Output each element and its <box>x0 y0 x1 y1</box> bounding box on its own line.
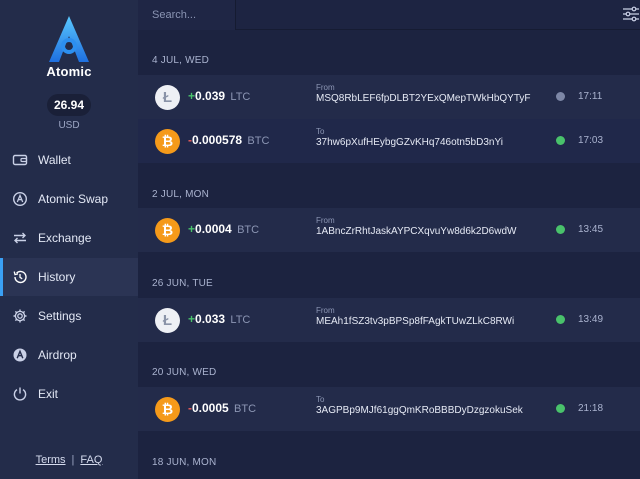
sidebar-item-wallet[interactable]: Wallet <box>0 141 138 179</box>
tx-address: 37hw6pXufHEybgGZvKHq746otn5bD3nYi <box>316 137 503 148</box>
tx-sign: + <box>188 89 196 103</box>
tx-value: 0.0005 <box>192 401 229 415</box>
app-name: Atomic <box>46 64 92 79</box>
tx-time: 13:49 <box>578 314 604 325</box>
sidebar-item-settings[interactable]: Settings <box>0 297 138 335</box>
tx-amount: +0.0004 BTC <box>188 222 259 236</box>
tx-direction: From <box>316 216 335 225</box>
tx-address: MSQ8RbLEF6fpDLBT2YExQMepTWkHbQYTyF <box>316 93 531 104</box>
sidebar: Atomic 26.94 USD Wallet Atomic Swap Exch… <box>0 0 138 479</box>
balance-currency: USD <box>58 120 80 131</box>
tx-address: MEAh1fSZ3tv3pBPSp8fFAgkTUwZLkC8RWi <box>316 316 515 327</box>
confirmed-status-icon <box>556 225 565 234</box>
airdrop-icon <box>13 348 27 362</box>
tx-sign: + <box>188 312 196 326</box>
litecoin-icon: Ł <box>155 308 180 333</box>
transaction-row[interactable]: ₿ -0.000578 BTC To 37hw6pXufHEybgGZvKHq7… <box>138 119 640 163</box>
faq-link[interactable]: FAQ <box>80 454 102 466</box>
tx-unit: LTC <box>230 91 251 103</box>
tx-amount: +0.039 LTC <box>188 89 250 103</box>
sidebar-item-exchange[interactable]: Exchange <box>0 219 138 257</box>
search-box <box>138 0 236 30</box>
exchange-icon <box>14 232 26 244</box>
balance-badge: 26.94 <box>47 94 91 116</box>
history-icon <box>13 270 27 284</box>
tx-amount: -0.000578 BTC <box>188 133 269 147</box>
transaction-row[interactable]: ₿ +0.0004 BTC From 1ABncZrRhtJaskAYPCXqv… <box>138 208 640 252</box>
sidebar-item-airdrop[interactable]: Airdrop <box>0 336 138 374</box>
sidebar-item-label: Settings <box>38 309 82 323</box>
tx-unit: BTC <box>234 403 257 415</box>
date-header: 20 JUN, WED <box>152 367 217 378</box>
atomic-logo-icon <box>49 16 89 62</box>
tx-amount: -0.0005 BTC <box>188 401 256 415</box>
tx-amount: +0.033 LTC <box>188 312 250 326</box>
tx-unit: BTC <box>237 224 260 236</box>
terms-link[interactable]: Terms <box>36 454 66 466</box>
power-icon <box>13 387 27 401</box>
top-bar <box>138 0 640 30</box>
tx-value: 0.0004 <box>195 222 232 236</box>
history-panel: 4 JUL, WED Ł +0.039 LTC From MSQ8RbLEF6f… <box>138 0 640 479</box>
tx-direction: From <box>316 306 335 315</box>
pending-status-icon <box>556 92 565 101</box>
tx-value: 0.000578 <box>192 133 243 147</box>
litecoin-icon: Ł <box>155 85 180 110</box>
tx-value: 0.033 <box>195 312 226 326</box>
footer-separator: | <box>71 454 75 466</box>
tx-time: 17:03 <box>578 135 604 146</box>
search-input[interactable] <box>152 0 236 30</box>
sidebar-item-label: Airdrop <box>38 348 77 362</box>
sidebar-item-exit[interactable]: Exit <box>0 375 138 413</box>
tx-unit: BTC <box>247 135 270 147</box>
sidebar-item-history[interactable]: History <box>0 258 138 296</box>
transaction-row[interactable]: ₿ -0.0005 BTC To 3AGPBp9MJf61ggQmKRoBBBD… <box>138 387 640 431</box>
footer-links: Terms | FAQ <box>0 454 138 466</box>
date-header: 26 JUN, TUE <box>152 278 213 289</box>
tx-direction: To <box>316 127 325 136</box>
sidebar-item-label: Wallet <box>38 153 71 167</box>
confirmed-status-icon <box>556 136 565 145</box>
date-header: 2 JUL, MON <box>152 189 210 200</box>
sidebar-item-atomic-swap[interactable]: Atomic Swap <box>0 180 138 218</box>
tx-sign: + <box>188 222 196 236</box>
tx-direction: From <box>316 83 335 92</box>
tx-time: 21:18 <box>578 403 604 414</box>
bitcoin-icon: ₿ <box>155 218 180 243</box>
filter-sliders-icon[interactable] <box>622 6 640 22</box>
tx-time: 13:45 <box>578 224 604 235</box>
sidebar-item-label: Exchange <box>38 231 92 245</box>
tx-address: 3AGPBp9MJf61ggQmKRoBBBDyDzgzokuSek <box>316 405 523 416</box>
tx-value: 0.039 <box>195 89 226 103</box>
gear-icon <box>13 309 27 323</box>
date-header: 18 JUN, MON <box>152 457 217 468</box>
tx-address: 1ABncZrRhtJaskAYPCXqvuYw8d6k2D6wdW <box>316 226 517 237</box>
tx-direction: To <box>316 395 325 404</box>
atomic-swap-icon <box>12 191 28 207</box>
app-logo: Atomic <box>0 14 138 79</box>
confirmed-status-icon <box>556 404 565 413</box>
transaction-row[interactable]: Ł +0.033 LTC From MEAh1fSZ3tv3pBPSp8fFAg… <box>138 298 640 342</box>
date-header: 4 JUL, WED <box>152 55 210 66</box>
bitcoin-icon: ₿ <box>155 129 180 154</box>
sidebar-item-label: Exit <box>38 387 59 401</box>
sidebar-item-label: Atomic Swap <box>38 192 109 206</box>
confirmed-status-icon <box>556 315 565 324</box>
bitcoin-icon: ₿ <box>155 397 180 422</box>
tx-time: 17:11 <box>578 91 603 102</box>
tx-unit: LTC <box>230 314 251 326</box>
transaction-row[interactable]: Ł +0.039 LTC From MSQ8RbLEF6fpDLBT2YExQM… <box>138 75 640 119</box>
wallet-icon <box>12 154 28 166</box>
sidebar-item-label: History <box>38 270 76 284</box>
